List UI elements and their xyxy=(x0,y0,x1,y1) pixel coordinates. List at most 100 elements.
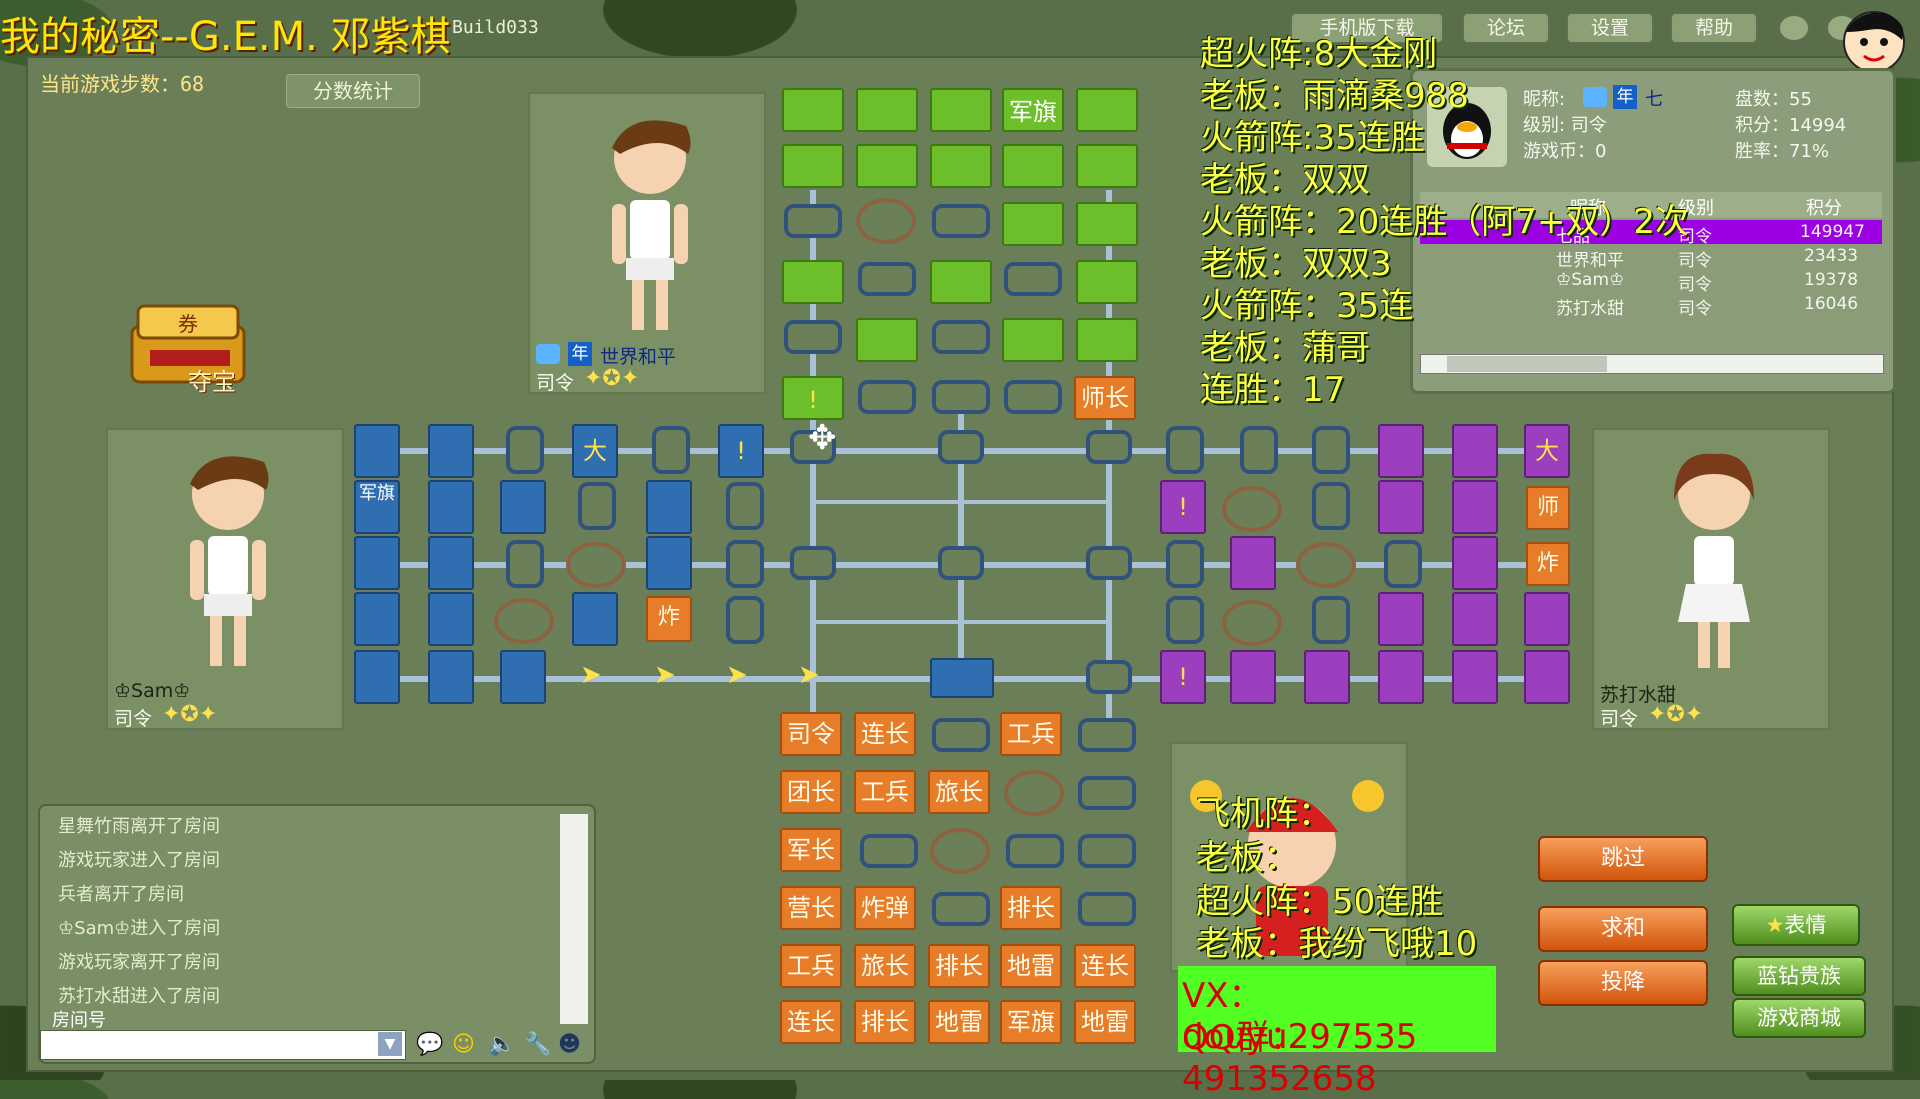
board-piece[interactable] xyxy=(930,658,994,698)
speech-icon[interactable]: 💬 xyxy=(416,1032,443,1057)
board-piece[interactable] xyxy=(354,424,400,478)
board-post[interactable] xyxy=(1078,718,1136,752)
board-piece[interactable] xyxy=(1076,202,1138,246)
board-piece[interactable] xyxy=(856,144,918,188)
board-post[interactable] xyxy=(938,546,984,580)
speaker-icon[interactable]: 🔈 xyxy=(488,1032,515,1057)
board-piece[interactable] xyxy=(428,536,474,590)
board-piece[interactable] xyxy=(1378,424,1424,478)
board-post[interactable] xyxy=(578,482,616,530)
piece-mine[interactable]: 地雷 xyxy=(928,1000,990,1044)
board-piece[interactable] xyxy=(500,650,546,704)
board-camp[interactable] xyxy=(1222,486,1282,532)
top-alert-piece[interactable]: ! xyxy=(782,376,844,420)
piece-mine[interactable]: 地雷 xyxy=(1000,944,1062,988)
board-post[interactable] xyxy=(932,892,990,926)
chevron-down-icon[interactable]: ▼ xyxy=(378,1032,402,1056)
board-piece[interactable] xyxy=(856,318,918,362)
board-post[interactable] xyxy=(1312,596,1350,644)
board-post[interactable] xyxy=(1078,834,1136,868)
left-alert-piece[interactable]: ! xyxy=(718,424,764,478)
treasure-button[interactable]: 券 夺宝 xyxy=(118,296,258,396)
board-post[interactable] xyxy=(1384,540,1422,588)
score-stats-button[interactable]: 分数统计 xyxy=(286,74,420,108)
piece-company[interactable]: 连长 xyxy=(780,1000,842,1044)
board-post[interactable] xyxy=(1086,430,1132,464)
board-post[interactable] xyxy=(858,262,916,296)
board-camp[interactable] xyxy=(494,598,554,644)
board-piece[interactable] xyxy=(1230,536,1276,590)
piece-commander[interactable]: 司令 xyxy=(780,712,842,756)
piece-brigade[interactable]: 旅长 xyxy=(928,770,990,814)
board-piece[interactable] xyxy=(1452,480,1498,534)
board-piece[interactable] xyxy=(1378,592,1424,646)
skip-button[interactable]: 跳过 xyxy=(1538,836,1708,882)
board-piece[interactable] xyxy=(782,260,844,304)
smile-icon[interactable]: ☺ xyxy=(452,1032,475,1057)
piece-regiment[interactable]: 团长 xyxy=(780,770,842,814)
draw-button[interactable]: 求和 xyxy=(1538,906,1708,952)
board-piece[interactable] xyxy=(1378,650,1424,704)
board-piece[interactable] xyxy=(1452,424,1498,478)
chat-scrollbar[interactable] xyxy=(560,814,588,1024)
piece-engineer[interactable]: 工兵 xyxy=(854,770,916,814)
minimize-icon[interactable] xyxy=(1778,14,1810,42)
piece-platoon[interactable]: 排长 xyxy=(854,1000,916,1044)
scrollbar-thumb[interactable] xyxy=(1447,356,1607,372)
board-post[interactable] xyxy=(932,204,990,238)
board-piece[interactable] xyxy=(1002,144,1064,188)
forum-button[interactable]: 论坛 xyxy=(1462,12,1550,44)
board-post[interactable] xyxy=(784,204,842,238)
board-piece[interactable] xyxy=(500,480,546,534)
piece-company[interactable]: 连长 xyxy=(1074,944,1136,988)
board-piece[interactable] xyxy=(930,144,992,188)
board-post[interactable] xyxy=(860,834,918,868)
board-camp[interactable] xyxy=(856,198,916,244)
board-piece[interactable] xyxy=(782,144,844,188)
board-piece[interactable] xyxy=(354,650,400,704)
board-piece[interactable] xyxy=(572,592,618,646)
board-post[interactable] xyxy=(1004,380,1062,414)
board-post[interactable] xyxy=(1006,834,1064,868)
board-post[interactable] xyxy=(1166,540,1204,588)
board-piece[interactable] xyxy=(1304,650,1350,704)
top-flag-piece[interactable]: 军旗 xyxy=(1002,88,1064,132)
board-piece[interactable] xyxy=(428,480,474,534)
left-flag-piece[interactable]: 军旗 xyxy=(354,480,400,534)
board-piece[interactable] xyxy=(1076,88,1138,132)
board-piece[interactable] xyxy=(1076,144,1138,188)
board-piece[interactable] xyxy=(428,424,474,478)
board-post[interactable] xyxy=(506,426,544,474)
board-piece[interactable] xyxy=(1076,260,1138,304)
board-post[interactable] xyxy=(1166,596,1204,644)
board-piece[interactable] xyxy=(782,88,844,132)
top-division-piece[interactable]: 师长 xyxy=(1074,376,1136,420)
piece-platoon[interactable]: 排长 xyxy=(928,944,990,988)
right-bomb-piece[interactable]: 炸 xyxy=(1526,542,1570,586)
board-piece[interactable] xyxy=(1378,480,1424,534)
right-alert-piece[interactable]: ! xyxy=(1160,650,1206,704)
board-post[interactable] xyxy=(790,546,836,580)
piece-brigade[interactable]: 旅长 xyxy=(854,944,916,988)
settings-button[interactable]: 设置 xyxy=(1566,12,1654,44)
board-piece[interactable] xyxy=(1524,650,1570,704)
board-post[interactable] xyxy=(1240,426,1278,474)
board-piece[interactable] xyxy=(1002,202,1064,246)
board-piece[interactable] xyxy=(646,536,692,590)
tool-icon[interactable]: 🔧 xyxy=(524,1032,551,1057)
board-post[interactable] xyxy=(932,718,990,752)
board-piece[interactable] xyxy=(856,88,918,132)
board-piece[interactable] xyxy=(1452,592,1498,646)
board-piece[interactable] xyxy=(354,592,400,646)
board-piece[interactable] xyxy=(428,650,474,704)
board-post[interactable] xyxy=(506,540,544,588)
board-post[interactable] xyxy=(1086,660,1132,694)
row-name[interactable]: ♔Sam♔ xyxy=(1556,270,1624,290)
left-bomb-piece[interactable]: 炸 xyxy=(646,596,692,642)
board-camp[interactable] xyxy=(1222,600,1282,646)
right-alert-piece[interactable]: ! xyxy=(1160,480,1206,534)
piece-company[interactable]: 连长 xyxy=(854,712,916,756)
piece-battalion[interactable]: 营长 xyxy=(780,886,842,930)
board-post[interactable] xyxy=(726,482,764,530)
surrender-button[interactable]: 投降 xyxy=(1538,960,1708,1006)
